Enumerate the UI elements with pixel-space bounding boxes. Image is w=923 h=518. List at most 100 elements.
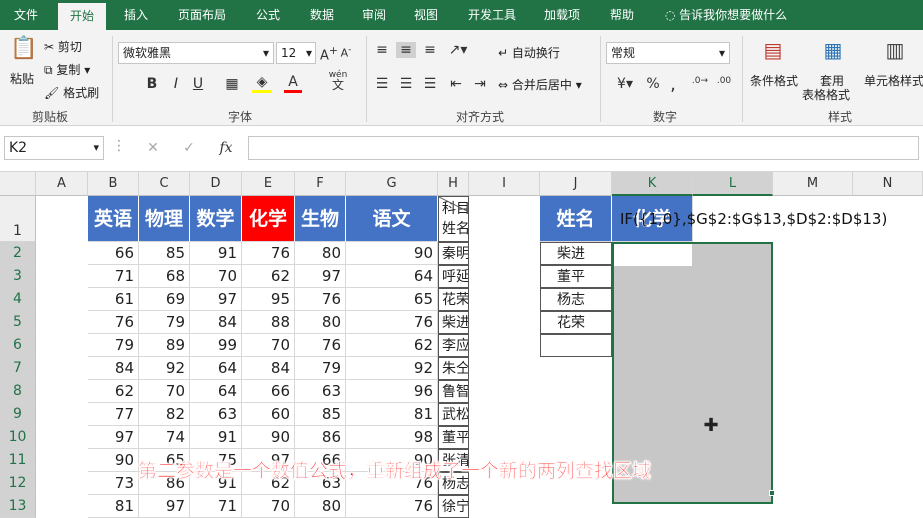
percent-button[interactable]: % <box>644 76 662 92</box>
tab-addins[interactable]: 加载项 <box>534 0 590 30</box>
table-cell[interactable]: 76 <box>346 495 438 518</box>
tab-insert[interactable]: 插入 <box>112 0 160 30</box>
align-bottom-icon[interactable]: ≡ <box>420 42 440 58</box>
table-cell[interactable]: 85 <box>295 403 346 426</box>
decrease-indent-icon[interactable]: ⇤ <box>446 76 466 92</box>
table-cell[interactable]: 62 <box>88 380 139 403</box>
row-header[interactable]: 8 <box>0 380 36 403</box>
table-cell[interactable]: 76 <box>242 242 295 265</box>
table-cell[interactable]: 73 <box>88 472 139 495</box>
table-cell[interactable]: 90 <box>88 449 139 472</box>
table-cell[interactable]: 79 <box>88 334 139 357</box>
row-header[interactable]: 10 <box>0 426 36 449</box>
comma-button[interactable]: , <box>666 74 680 95</box>
number-format-select[interactable]: 常规 ▾ <box>606 42 730 64</box>
table-cell[interactable]: 97 <box>295 265 346 288</box>
fill-handle[interactable] <box>769 490 775 496</box>
column-header[interactable]: L <box>693 172 773 196</box>
table-cell[interactable]: 82 <box>139 403 190 426</box>
table-cell[interactable]: 81 <box>88 495 139 518</box>
table-cell[interactable]: 64 <box>190 380 242 403</box>
table-cell[interactable]: 李应 <box>438 334 469 357</box>
phonetic-button[interactable]: wén 文 <box>328 70 348 91</box>
paste-button[interactable]: 粘贴 <box>10 70 34 87</box>
table-cell[interactable]: 呼延灼 <box>438 265 469 288</box>
table-cell[interactable]: 66 <box>242 380 295 403</box>
select-all-corner[interactable] <box>0 172 36 196</box>
table-cell[interactable]: 88 <box>242 311 295 334</box>
column-header[interactable]: B <box>88 172 139 196</box>
table-header[interactable]: 语文 <box>346 196 438 242</box>
table-header[interactable]: 生物 <box>295 196 346 242</box>
enter-icon[interactable]: ✓ <box>180 140 198 156</box>
table-cell[interactable]: 68 <box>139 265 190 288</box>
merge-center-button[interactable]: ⇔ 合并后居中 ▾ <box>498 76 582 93</box>
font-name-select[interactable]: 微软雅黑 ▾ <box>118 42 274 64</box>
table-cell[interactable]: 79 <box>139 311 190 334</box>
format-table-icon[interactable]: ▦ <box>818 38 848 66</box>
column-header[interactable]: K <box>612 172 693 196</box>
column-header[interactable]: G <box>346 172 438 196</box>
cell-styles-icon[interactable]: ▥ <box>880 38 910 66</box>
tab-data[interactable]: 数据 <box>298 0 346 30</box>
row-header[interactable]: 9 <box>0 403 36 426</box>
table-cell[interactable]: 63 <box>190 403 242 426</box>
format-painter-button[interactable]: 🖌 格式刷 <box>44 84 99 101</box>
table-cell[interactable]: 76 <box>295 334 346 357</box>
tab-view[interactable]: 视图 <box>402 0 450 30</box>
row-header[interactable]: 2 <box>0 242 36 265</box>
table-cell[interactable]: 71 <box>190 495 242 518</box>
column-header[interactable]: E <box>242 172 295 196</box>
bold-button[interactable]: B <box>144 76 160 92</box>
column-header[interactable]: N <box>853 172 923 196</box>
table-cell[interactable]: 66 <box>88 242 139 265</box>
orientation-icon[interactable]: ↗▾ <box>446 42 470 58</box>
table-cell[interactable]: 董平 <box>438 426 469 449</box>
column-header[interactable]: D <box>190 172 242 196</box>
font-size-select[interactable]: 12 ▾ <box>276 42 316 64</box>
row-header[interactable]: 3 <box>0 265 36 288</box>
lookup-name-cell[interactable]: 柴进 <box>540 242 612 265</box>
table-cell[interactable]: 70 <box>190 265 242 288</box>
split-header-cell[interactable]: 科目 姓名 <box>438 196 469 242</box>
tab-home[interactable]: 开始 <box>58 3 106 30</box>
tab-formulas[interactable]: 公式 <box>244 0 292 30</box>
row-header[interactable]: 5 <box>0 311 36 334</box>
align-top-icon[interactable]: ≡ <box>372 42 392 58</box>
align-left-icon[interactable]: ☰ <box>372 76 392 92</box>
table-cell[interactable]: 65 <box>346 288 438 311</box>
table-cell[interactable]: 76 <box>88 311 139 334</box>
table-cell[interactable]: 69 <box>139 288 190 311</box>
table-cell[interactable]: 76 <box>295 288 346 311</box>
table-cell[interactable]: 武松 <box>438 403 469 426</box>
table-cell[interactable]: 70 <box>242 334 295 357</box>
table-cell[interactable]: 97 <box>88 426 139 449</box>
table-cell[interactable]: 64 <box>190 357 242 380</box>
table-cell[interactable]: 61 <box>88 288 139 311</box>
table-cell[interactable]: 80 <box>295 311 346 334</box>
increase-indent-icon[interactable]: ⇥ <box>470 76 490 92</box>
table-cell[interactable]: 90 <box>346 242 438 265</box>
table-cell[interactable]: 92 <box>139 357 190 380</box>
table-cell[interactable]: 74 <box>139 426 190 449</box>
table-cell[interactable]: 71 <box>88 265 139 288</box>
table-cell[interactable]: 92 <box>346 357 438 380</box>
table-cell[interactable]: 80 <box>295 495 346 518</box>
formula-input[interactable] <box>248 136 919 160</box>
column-header[interactable]: I <box>469 172 540 196</box>
table-cell[interactable]: 95 <box>242 288 295 311</box>
insert-function-icon[interactable]: fx <box>216 140 236 156</box>
tab-review[interactable]: 审阅 <box>350 0 398 30</box>
table-cell[interactable]: 朱仝 <box>438 357 469 380</box>
cell-styles-button[interactable]: 单元格样式 <box>864 72 923 89</box>
table-cell[interactable]: 徐宁 <box>438 495 469 518</box>
table-cell[interactable]: 60 <box>242 403 295 426</box>
tab-page-layout[interactable]: 页面布局 <box>168 0 236 30</box>
font-color-icon[interactable]: A <box>284 74 302 93</box>
format-table-button-bottom[interactable]: 表格格式 <box>802 86 850 103</box>
increase-decimal-icon[interactable]: .0→ <box>690 76 710 86</box>
table-cell[interactable]: 96 <box>346 380 438 403</box>
table-cell[interactable]: 99 <box>190 334 242 357</box>
fill-color-icon[interactable]: ◈ <box>252 74 272 93</box>
table-cell[interactable]: 98 <box>346 426 438 449</box>
